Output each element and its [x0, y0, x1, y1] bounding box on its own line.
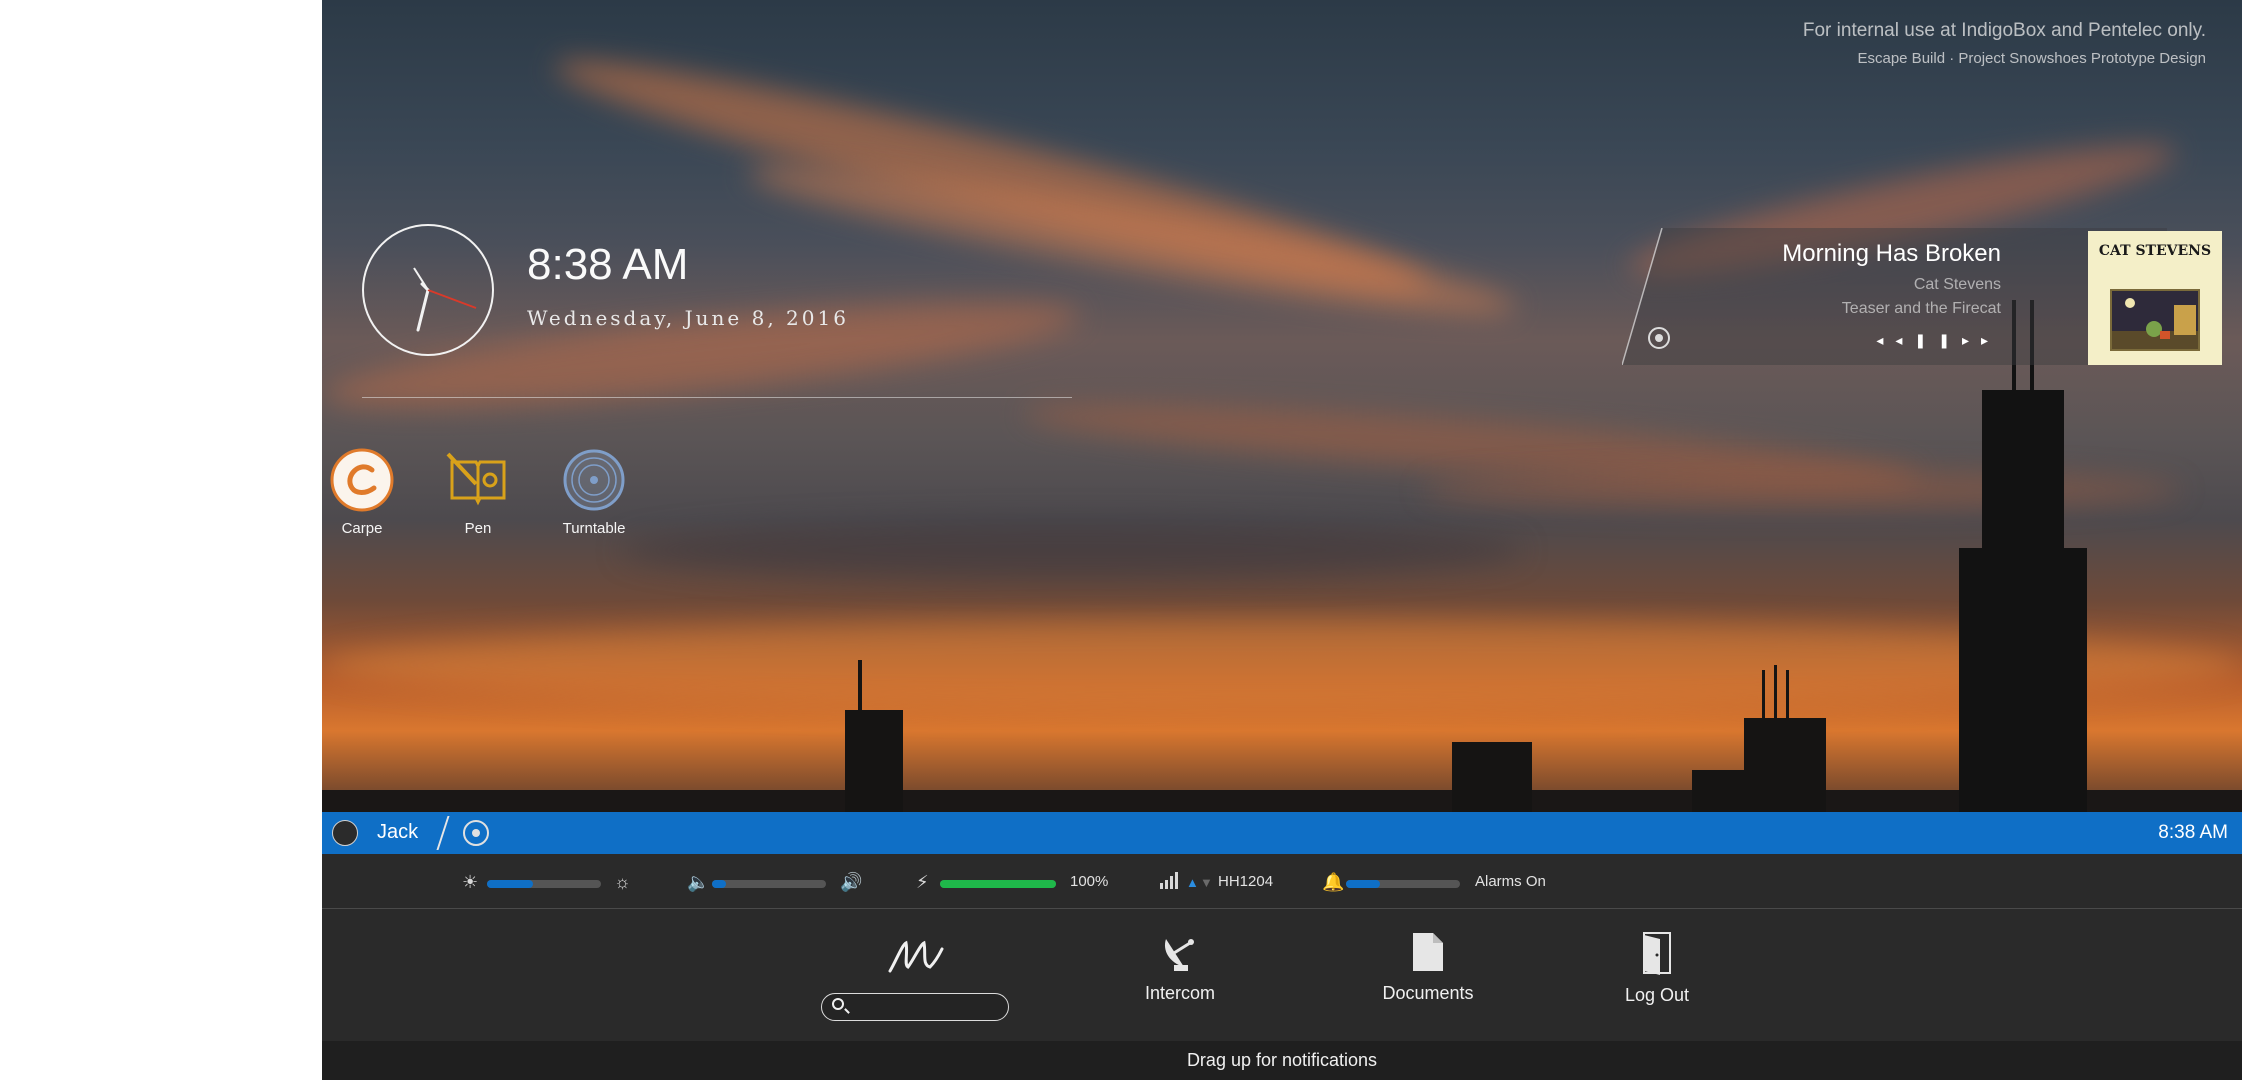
bell-icon: 🔔	[1322, 872, 1345, 892]
brightness-high-icon: ☼	[614, 872, 631, 892]
home-launcher-button[interactable]	[880, 931, 950, 984]
volume-low-icon: 🔈	[687, 872, 710, 892]
volume-slider[interactable]	[712, 880, 826, 888]
satellite-dish-icon	[1164, 939, 1194, 971]
app-carpe-label: Carpe	[341, 520, 383, 537]
download-arrow-icon: ▼	[1200, 875, 1213, 890]
album-art-text: CAT STEVENS	[2098, 243, 2212, 259]
playback-controls: ◂◂❚❚▸▸	[1876, 332, 2000, 349]
documents-label: Documents	[1382, 983, 1474, 1003]
battery-percent: 100%	[1070, 873, 1109, 890]
quick-settings-row: ☀ ☼ 🔈 🔊 ⚡ 100% ▲ ▼ HH1204 🔔 Alarms On	[322, 854, 2242, 909]
brightness-slider[interactable]	[487, 880, 601, 888]
search-input-wrapper[interactable]	[821, 993, 1009, 1021]
wallpaper: For internal use at IndigoBox and Pentel…	[322, 0, 2242, 812]
app-turntable-label: Turntable	[562, 520, 626, 537]
carpe-icon	[330, 448, 394, 512]
brightness-fill	[487, 880, 533, 888]
signal-icon	[1160, 872, 1178, 889]
album-art-drawing	[2112, 291, 2198, 349]
search-icon	[832, 998, 844, 1010]
logout-button[interactable]: Log Out	[1597, 931, 1717, 1006]
document-icon	[1413, 933, 1443, 971]
now-playing-album: Teaser and the Firecat	[1841, 300, 2001, 317]
alarm-fill	[1346, 880, 1381, 888]
app-pen[interactable]: Pen	[428, 448, 528, 537]
fast-forward-icon[interactable]: ▸▸	[1962, 332, 2000, 348]
volume-high-icon: 🔊	[840, 872, 863, 892]
intercom-button[interactable]: Intercom	[1120, 931, 1240, 1004]
volume-fill	[712, 880, 726, 888]
alarm-slider[interactable]	[1346, 880, 1460, 888]
documents-button[interactable]: Documents	[1358, 931, 1498, 1004]
m-logo-icon	[888, 940, 944, 973]
app-pen-label: Pen	[464, 520, 492, 537]
network-name[interactable]: HH1204	[1218, 873, 1273, 890]
turntable-icon	[563, 449, 625, 511]
pause-icon[interactable]: ❚❚	[1914, 332, 1961, 348]
intercom-label: Intercom	[1144, 983, 1216, 1003]
home-time: 8:38 AM	[527, 240, 689, 289]
rewind-icon[interactable]: ◂◂	[1876, 332, 1914, 348]
disc-icon[interactable]	[1648, 327, 1670, 349]
launcher-bar: Intercom Documents Log Out	[322, 909, 2242, 1041]
bar-time: 8:38 AM	[2158, 822, 2228, 843]
internal-use-watermark: For internal use at IndigoBox and Pentel…	[1803, 20, 2206, 67]
skyline-silhouette	[322, 300, 2242, 812]
pen-icon	[446, 452, 506, 506]
clock-divider	[362, 397, 1072, 398]
alarm-status[interactable]: Alarms On	[1475, 873, 1546, 890]
brightness-low-icon: ☀	[462, 872, 479, 892]
home-date: Wednesday, June 8, 2016	[527, 306, 849, 330]
upload-arrow-icon: ▲	[1186, 875, 1199, 890]
door-icon	[1643, 932, 1671, 975]
notification-hint: Drag up for notifications	[1186, 1050, 1378, 1070]
watermark-line-1: For internal use at IndigoBox and Pentel…	[1802, 20, 2206, 41]
battery-fill	[940, 880, 1056, 888]
album-art-illustration	[2110, 289, 2200, 351]
user-bar: Jack 8:38 AM	[322, 812, 2242, 854]
turntable-mini-icon[interactable]	[463, 820, 489, 846]
now-playing-widget[interactable]: Morning Has Broken Cat Stevens Teaser an…	[1622, 228, 2167, 365]
album-art[interactable]: CAT STEVENS	[2088, 231, 2222, 365]
search-input[interactable]	[852, 997, 1006, 1019]
watermark-line-2: Escape Build · Project Snowshoes Prototy…	[1857, 50, 2206, 67]
avatar[interactable]	[332, 820, 358, 846]
analog-clock	[362, 224, 494, 356]
now-playing-artist: Cat Stevens	[1913, 276, 2001, 293]
battery-bar	[940, 880, 1056, 888]
app-turntable[interactable]: Turntable	[544, 448, 644, 537]
now-playing-title: Morning Has Broken	[1782, 240, 2001, 267]
home-screen: For internal use at IndigoBox and Pentel…	[322, 0, 2242, 1080]
logout-label: Log Out	[1624, 985, 1690, 1005]
app-carpe[interactable]: Carpe	[322, 448, 412, 537]
notification-drawer-handle[interactable]: Drag up for notifications	[322, 1041, 2242, 1080]
power-plug-icon: ⚡	[916, 872, 929, 892]
clock-hands	[413, 267, 477, 332]
bar-divider	[436, 816, 450, 850]
left-blank-area	[0, 0, 322, 1080]
user-name[interactable]: Jack	[377, 821, 418, 844]
